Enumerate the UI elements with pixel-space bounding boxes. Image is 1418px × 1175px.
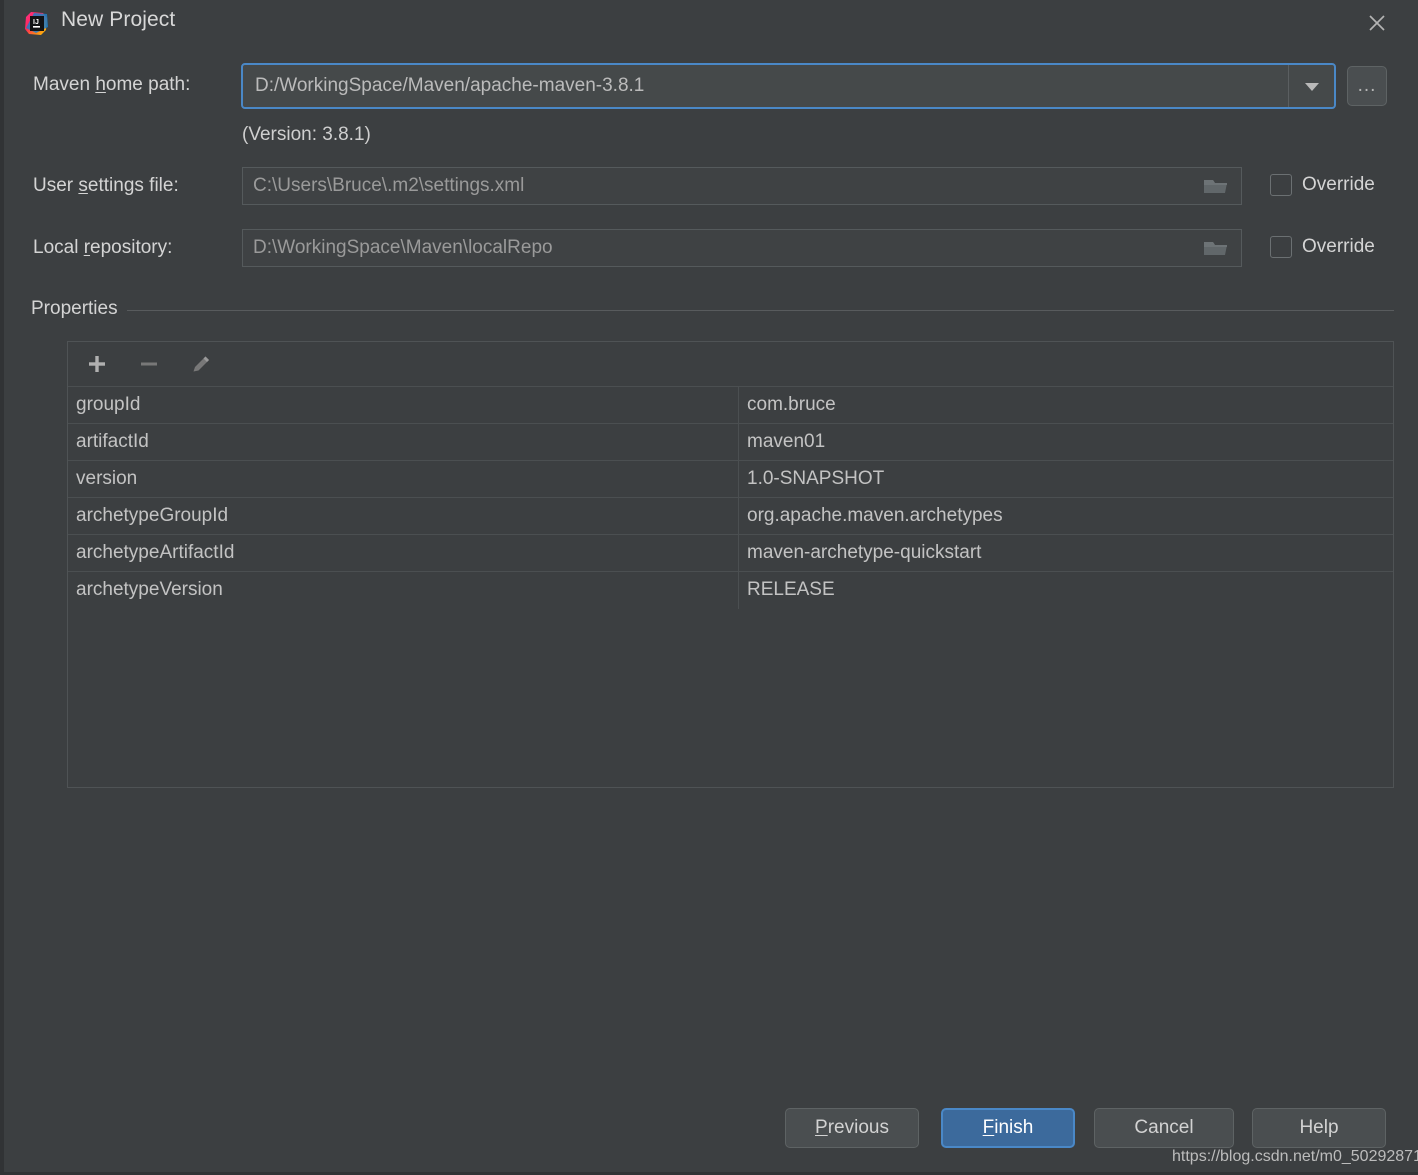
maven-home-path-label: Maven home path: bbox=[33, 74, 191, 95]
maven-home-path-value[interactable]: D:/WorkingSpace/Maven/apache-maven-3.8.1 bbox=[243, 65, 1288, 107]
finish-button[interactable]: Finish bbox=[941, 1108, 1075, 1148]
property-value: com.bruce bbox=[738, 386, 1393, 424]
maven-home-browse-button[interactable]: ... bbox=[1347, 66, 1387, 106]
property-name: archetypeVersion bbox=[68, 571, 739, 609]
table-row[interactable]: archetypeVersion RELEASE bbox=[68, 571, 1393, 609]
table-row[interactable]: archetypeArtifactId maven-archetype-quic… bbox=[68, 534, 1393, 572]
local-repository-override-checkbox[interactable] bbox=[1270, 236, 1292, 258]
user-settings-file-field[interactable]: C:\Users\Bruce\.m2\settings.xml bbox=[242, 167, 1242, 205]
local-repository-override-row[interactable]: Override bbox=[1270, 236, 1375, 258]
folder-icon[interactable] bbox=[1191, 168, 1241, 204]
user-settings-file-value: C:\Users\Bruce\.m2\settings.xml bbox=[253, 175, 525, 196]
properties-section-separator bbox=[31, 310, 1394, 311]
plus-icon[interactable] bbox=[82, 349, 112, 379]
local-repository-field[interactable]: D:\WorkingSpace\Maven\localRepo bbox=[242, 229, 1242, 267]
maven-home-path-combobox[interactable]: D:/WorkingSpace/Maven/apache-maven-3.8.1 bbox=[241, 63, 1336, 109]
properties-table: groupId com.bruce artifactId maven01 ver… bbox=[68, 386, 1393, 609]
local-repository-value: D:\WorkingSpace\Maven\localRepo bbox=[253, 237, 553, 258]
property-name: artifactId bbox=[68, 423, 739, 461]
user-settings-override-label: Override bbox=[1302, 174, 1375, 195]
pencil-icon bbox=[186, 349, 216, 379]
local-repository-label: Local repository: bbox=[33, 237, 173, 258]
property-name: archetypeArtifactId bbox=[68, 534, 739, 572]
property-name: groupId bbox=[68, 386, 739, 424]
previous-button[interactable]: Previous bbox=[785, 1108, 919, 1148]
table-row[interactable]: version 1.0-SNAPSHOT bbox=[68, 460, 1393, 498]
dialog-title: New Project bbox=[61, 8, 176, 31]
property-value: maven-archetype-quickstart bbox=[738, 534, 1393, 572]
chevron-down-icon[interactable] bbox=[1288, 65, 1334, 107]
user-settings-override-checkbox[interactable] bbox=[1270, 174, 1292, 196]
intellij-idea-icon: IJ bbox=[24, 11, 49, 36]
property-value: RELEASE bbox=[738, 571, 1393, 609]
property-name: archetypeGroupId bbox=[68, 497, 739, 535]
maven-version-note: (Version: 3.8.1) bbox=[242, 124, 371, 145]
watermark-text: https://blog.csdn.net/m0_50292871 bbox=[1172, 1148, 1418, 1165]
folder-icon[interactable] bbox=[1191, 230, 1241, 266]
cancel-button[interactable]: Cancel bbox=[1094, 1108, 1234, 1148]
property-name: version bbox=[68, 460, 739, 498]
table-row[interactable]: artifactId maven01 bbox=[68, 423, 1393, 461]
property-value: org.apache.maven.archetypes bbox=[738, 497, 1393, 535]
minus-icon bbox=[134, 349, 164, 379]
help-button[interactable]: Help bbox=[1252, 1108, 1386, 1148]
dialog-titlebar: IJ New Project bbox=[4, 0, 1418, 46]
properties-toolbar bbox=[68, 342, 1393, 386]
new-project-dialog: IJ New Project Maven home path: D:/Worki… bbox=[0, 0, 1418, 1175]
property-value: 1.0-SNAPSHOT bbox=[738, 460, 1393, 498]
svg-text:IJ: IJ bbox=[33, 19, 39, 26]
table-row[interactable]: groupId com.bruce bbox=[68, 386, 1393, 424]
user-settings-override-row[interactable]: Override bbox=[1270, 174, 1375, 196]
table-row[interactable]: archetypeGroupId org.apache.maven.archet… bbox=[68, 497, 1393, 535]
close-icon[interactable] bbox=[1348, 0, 1406, 46]
user-settings-file-label: User settings file: bbox=[33, 175, 179, 196]
properties-section-label: Properties bbox=[31, 298, 127, 320]
properties-panel: groupId com.bruce artifactId maven01 ver… bbox=[67, 341, 1394, 788]
local-repository-override-label: Override bbox=[1302, 236, 1375, 257]
property-value: maven01 bbox=[738, 423, 1393, 461]
